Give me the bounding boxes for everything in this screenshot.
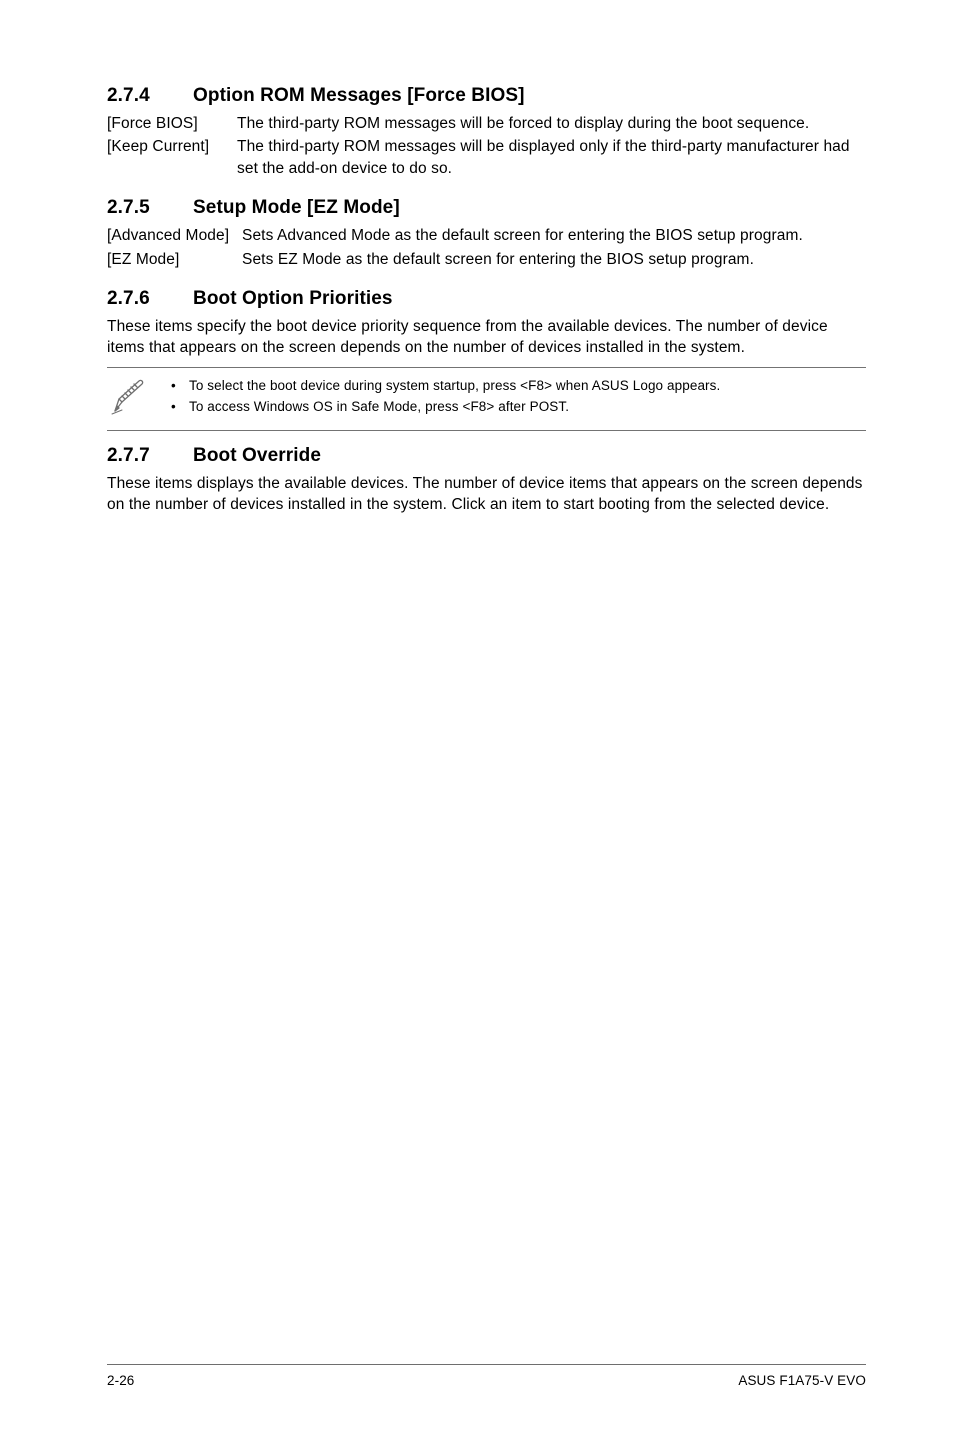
section-heading-274: 2.7.4 Option ROM Messages [Force BIOS]	[107, 85, 866, 107]
section-paragraph: These items displays the available devic…	[107, 473, 866, 516]
definition-desc: Sets Advanced Mode as the default screen…	[242, 225, 866, 246]
section-number: 2.7.7	[107, 445, 193, 467]
definition-term: [Keep Current]	[107, 136, 237, 179]
page-number: 2-26	[107, 1373, 134, 1388]
definition-term: [Force BIOS]	[107, 113, 237, 134]
note-box: • To select the boot device during syste…	[107, 367, 866, 431]
section-heading-275: 2.7.5 Setup Mode [EZ Mode]	[107, 197, 866, 219]
section-title: Boot Override	[193, 445, 321, 467]
section-number: 2.7.5	[107, 197, 193, 219]
note-text: • To select the boot device during syste…	[171, 376, 866, 418]
note-bullet-text: To select the boot device during system …	[189, 376, 720, 397]
definition-desc: Sets EZ Mode as the default screen for e…	[242, 249, 866, 270]
section-paragraph: These items specify the boot device prio…	[107, 316, 866, 359]
bullet-icon: •	[171, 397, 189, 418]
page-footer: 2-26 ASUS F1A75-V EVO	[107, 1364, 866, 1388]
divider	[107, 367, 866, 368]
note-bullet-text: To access Windows OS in Safe Mode, press…	[189, 397, 569, 418]
section-heading-277: 2.7.7 Boot Override	[107, 445, 866, 467]
definition-desc: The third-party ROM messages will be dis…	[237, 136, 866, 179]
definition-term: [Advanced Mode]	[107, 225, 242, 246]
section-number: 2.7.4	[107, 85, 193, 107]
section-title: Option ROM Messages [Force BIOS]	[193, 85, 525, 107]
section-number: 2.7.6	[107, 288, 193, 310]
definition-desc: The third-party ROM messages will be for…	[237, 113, 866, 134]
pencil-note-icon	[109, 377, 171, 422]
section-title: Boot Option Priorities	[193, 288, 393, 310]
definition-row: [Advanced Mode] Sets Advanced Mode as th…	[107, 225, 866, 246]
definition-row: [Force BIOS] The third-party ROM message…	[107, 113, 866, 134]
section-title: Setup Mode [EZ Mode]	[193, 197, 400, 219]
divider	[107, 430, 866, 431]
product-name: ASUS F1A75-V EVO	[738, 1373, 866, 1388]
section-heading-276: 2.7.6 Boot Option Priorities	[107, 288, 866, 310]
definition-term: [EZ Mode]	[107, 249, 242, 270]
definition-row: [Keep Current] The third-party ROM messa…	[107, 136, 866, 179]
bullet-icon: •	[171, 376, 189, 397]
definition-row: [EZ Mode] Sets EZ Mode as the default sc…	[107, 249, 866, 270]
